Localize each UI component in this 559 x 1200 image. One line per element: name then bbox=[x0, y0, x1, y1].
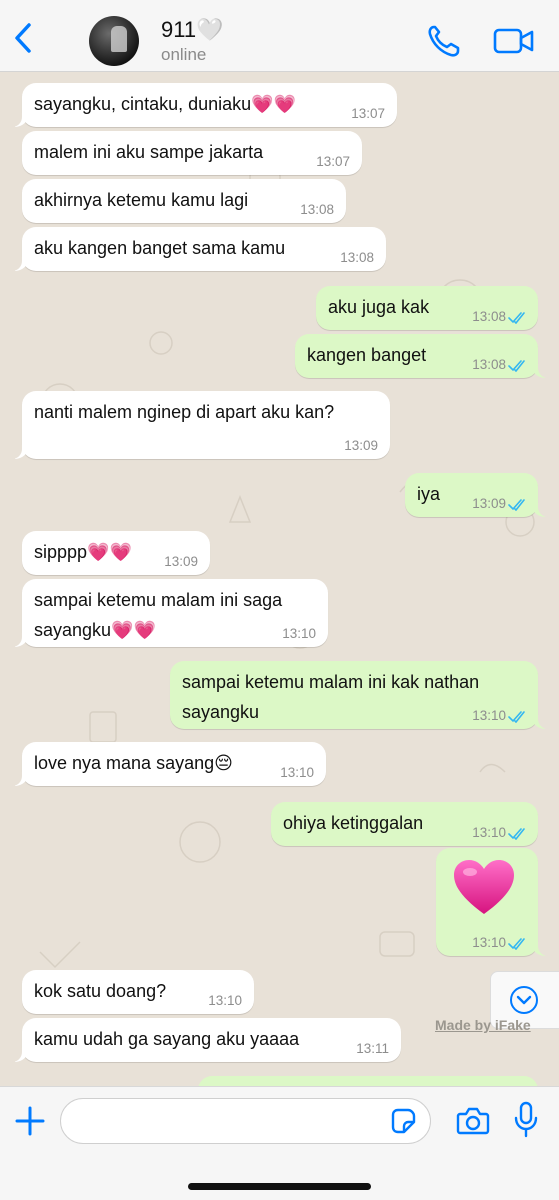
message-text: nanti malem nginep di apart aku kan? bbox=[34, 402, 335, 422]
contact-status: online bbox=[161, 45, 207, 64]
message-input[interactable] bbox=[60, 1098, 431, 1144]
read-ticks-icon bbox=[508, 312, 525, 324]
video-call-button[interactable] bbox=[493, 26, 535, 56]
read-ticks-icon bbox=[508, 499, 525, 511]
message-incoming[interactable]: sayangku, cintaku, duniaku💗💗 13:07 bbox=[10, 83, 397, 127]
camera-icon bbox=[456, 1107, 490, 1135]
voice-call-button[interactable] bbox=[426, 24, 462, 58]
read-ticks-icon bbox=[508, 938, 525, 950]
sticker-button[interactable] bbox=[389, 1107, 417, 1135]
message-incoming[interactable]: malem ini aku sampe jakarta 13:07 bbox=[22, 131, 362, 175]
message-time: 13:09 bbox=[472, 496, 506, 511]
watermark: Made by iFake bbox=[435, 1017, 531, 1033]
message-text: sampai ketemu malam ini saga sayangku💗💗 bbox=[34, 590, 283, 640]
message-incoming[interactable]: aku kangen banget sama kamu 13:08 bbox=[10, 227, 386, 271]
chevron-left-icon bbox=[15, 23, 31, 53]
microphone-button[interactable] bbox=[513, 1101, 539, 1139]
message-time: 13:10 bbox=[282, 626, 316, 641]
message-text: kok satu doang? bbox=[34, 981, 167, 1001]
message-incoming[interactable]: kamu udah ga sayang aku yaaaa 13:11 bbox=[10, 1018, 401, 1062]
chat-area[interactable]: sayangku, cintaku, duniaku💗💗 13:07 malem… bbox=[0, 72, 559, 1086]
message-time: 13:10 bbox=[472, 708, 506, 723]
message-time: 13:09 bbox=[344, 438, 378, 453]
message-time: 13:08 bbox=[340, 250, 374, 265]
message-time: 13:08 bbox=[472, 357, 506, 372]
message-time: 13:11 bbox=[356, 1041, 389, 1056]
back-button[interactable] bbox=[8, 20, 38, 56]
message-outgoing[interactable]: sampai ketemu malam ini kak nathan sayan… bbox=[170, 661, 550, 729]
message-text: sipppp💗💗 bbox=[34, 542, 132, 562]
chat-header: 911🤍 online bbox=[0, 0, 559, 72]
message-text: kangen banget bbox=[307, 345, 427, 365]
sticker-icon bbox=[391, 1108, 416, 1134]
message-text: love nya mana sayang😔 bbox=[34, 753, 233, 773]
message-time: 13:10 bbox=[280, 765, 314, 780]
message-time: 13:10 bbox=[208, 993, 242, 1008]
message-text: kamu udah ga sayang aku yaaaa bbox=[34, 1029, 300, 1049]
message-outgoing[interactable]: ohiya ketinggalan 13:10 bbox=[271, 802, 538, 846]
message-text: akhirnya ketemu kamu lagi bbox=[34, 190, 249, 210]
composer-bar bbox=[0, 1086, 559, 1200]
message-outgoing[interactable]: aku juga kak 13:08 bbox=[316, 286, 538, 330]
message-incoming[interactable]: kok satu doang? 13:10 bbox=[22, 970, 254, 1014]
attach-button[interactable] bbox=[14, 1105, 46, 1137]
home-indicator bbox=[188, 1183, 371, 1190]
message-outgoing[interactable]: kangen banget 13:08 bbox=[295, 334, 550, 378]
message-time: 13:10 bbox=[472, 825, 506, 840]
message-text: iya bbox=[417, 484, 441, 504]
message-incoming[interactable]: akhirnya ketemu kamu lagi 13:08 bbox=[22, 179, 346, 223]
heart-emoji-icon bbox=[454, 860, 514, 914]
message-text: sayangku, cintaku, duniaku💗💗 bbox=[34, 94, 296, 114]
read-ticks-icon bbox=[508, 360, 525, 372]
message-text: ohiya ketinggalan bbox=[283, 813, 424, 833]
message-time: 13:08 bbox=[472, 309, 506, 324]
read-ticks-icon bbox=[508, 828, 525, 840]
message-text: malem ini aku sampe jakarta bbox=[34, 142, 264, 162]
chevron-down-circle-icon bbox=[510, 986, 538, 1014]
message-outgoing-emoji[interactable]: 💗 13:10 bbox=[436, 848, 550, 956]
message-outgoing[interactable]: iya 13:09 bbox=[405, 473, 550, 517]
message-time: 13:07 bbox=[316, 154, 350, 169]
plus-icon bbox=[15, 1106, 45, 1136]
message-incoming[interactable]: sampai ketemu malam ini saga sayangku💗💗 … bbox=[10, 579, 328, 647]
message-time: 13:10 bbox=[472, 935, 506, 950]
video-camera-icon bbox=[493, 28, 534, 54]
message-time: 13:09 bbox=[164, 554, 198, 569]
message-outgoing-partial[interactable] bbox=[198, 1076, 538, 1086]
message-incoming[interactable]: nanti malem nginep di apart aku kan? 13:… bbox=[10, 391, 390, 459]
camera-button[interactable] bbox=[456, 1105, 490, 1137]
message-time: 13:07 bbox=[351, 106, 385, 121]
message-incoming[interactable]: sipppp💗💗 13:09 bbox=[22, 531, 210, 575]
avatar[interactable] bbox=[89, 16, 139, 66]
message-text: aku juga kak bbox=[328, 297, 430, 317]
read-ticks-icon bbox=[508, 711, 525, 723]
phone-icon bbox=[428, 25, 460, 57]
microphone-icon bbox=[514, 1101, 538, 1138]
message-time: 13:08 bbox=[300, 202, 334, 217]
message-incoming[interactable]: love nya mana sayang😔 13:10 bbox=[10, 742, 326, 786]
contact-name[interactable]: 911🤍 bbox=[161, 17, 223, 43]
message-text: aku kangen banget sama kamu bbox=[34, 238, 286, 258]
